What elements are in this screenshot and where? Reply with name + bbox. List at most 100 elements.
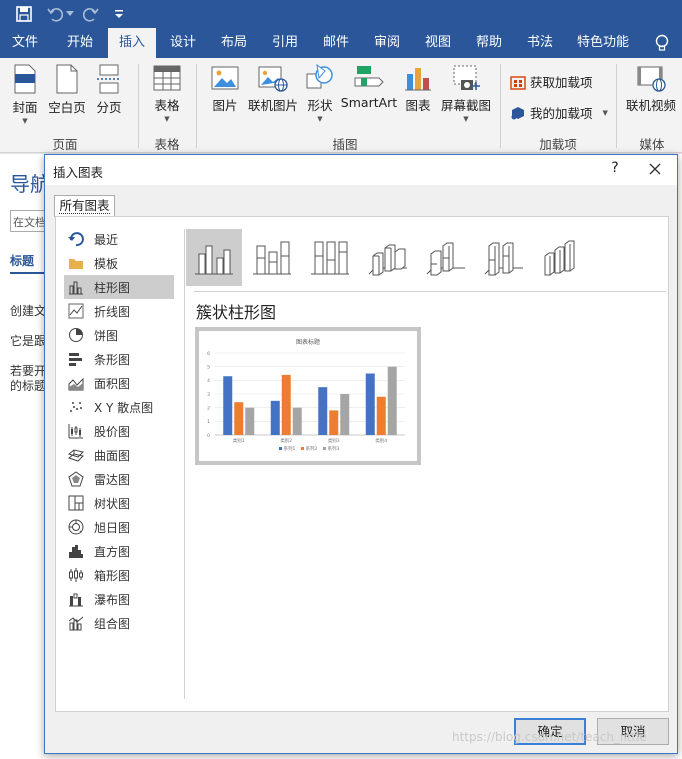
tab-all-charts-label: 所有图表 bbox=[59, 198, 110, 214]
subtype-3d-clustered-column[interactable] bbox=[360, 229, 416, 286]
chart-type-item[interactable]: 雷达图 bbox=[64, 467, 174, 491]
picture-icon bbox=[211, 66, 239, 90]
chart-type-label: 面积图 bbox=[94, 376, 131, 391]
online-video-button[interactable]: 联机视频 bbox=[624, 64, 678, 114]
chevron-down-icon[interactable]: ▼ bbox=[603, 109, 608, 117]
x-tick-label: 类别2 bbox=[280, 437, 292, 444]
tab-layout[interactable]: 布局 bbox=[209, 28, 259, 58]
online-video-label: 联机视频 bbox=[625, 98, 676, 113]
shapes-button[interactable]: 形状 ▼ bbox=[304, 64, 336, 123]
chart-type-item[interactable]: X Y 散点图 bbox=[64, 395, 174, 419]
screenshot-label: 屏幕截图 bbox=[440, 98, 491, 113]
my-addins-button[interactable]: 我的加载项 ▼ bbox=[510, 103, 608, 122]
tab-file[interactable]: 文件 bbox=[0, 28, 50, 58]
tab-help[interactable]: 帮助 bbox=[464, 28, 514, 58]
histogram-chart-icon bbox=[69, 545, 83, 558]
shapes-label: 形状 bbox=[307, 98, 333, 113]
undo-dropdown-icon[interactable] bbox=[64, 3, 76, 25]
get-addins-button[interactable]: 获取加载项 bbox=[510, 72, 593, 91]
chart-type-item[interactable]: 瀑布图 bbox=[64, 587, 174, 611]
blank-page-icon bbox=[56, 64, 78, 94]
chevron-down-icon: ▼ bbox=[22, 117, 28, 125]
screenshot-icon bbox=[453, 65, 480, 90]
subtype-3d-column[interactable] bbox=[534, 229, 590, 286]
save-icon[interactable] bbox=[13, 3, 35, 25]
chevron-down-icon: ▼ bbox=[463, 115, 469, 123]
table-button[interactable]: 表格 ▼ bbox=[148, 64, 186, 123]
chart-type-item[interactable]: 直方图 bbox=[64, 539, 174, 563]
tab-insert[interactable]: 插入 bbox=[108, 28, 156, 58]
chart-type-item[interactable]: 饼图 bbox=[64, 323, 174, 347]
waterfall-chart-icon bbox=[69, 593, 83, 607]
subtype-3d-100-stacked-column[interactable] bbox=[476, 229, 532, 286]
treemap-chart-icon bbox=[68, 495, 84, 511]
chart-type-label: 瀑布图 bbox=[94, 592, 131, 607]
tab-features[interactable]: 特色功能 bbox=[570, 28, 636, 58]
sunburst-chart-icon bbox=[68, 519, 84, 535]
cover-page-button[interactable]: 封面 ▼ bbox=[8, 64, 42, 125]
close-icon bbox=[649, 163, 661, 175]
legend-swatch bbox=[301, 447, 304, 450]
group-label-pages: 页面 bbox=[52, 137, 78, 152]
chart-type-item[interactable]: 柱形图 bbox=[64, 275, 174, 299]
tab-home[interactable]: 开始 bbox=[55, 28, 105, 58]
3d-column-icon bbox=[544, 240, 575, 275]
chart-type-item[interactable]: 曲面图 bbox=[64, 443, 174, 467]
subtype-stacked-column[interactable] bbox=[244, 229, 300, 286]
lightbulb-icon[interactable] bbox=[650, 28, 674, 58]
chart-type-item[interactable]: 折线图 bbox=[64, 299, 174, 323]
online-picture-button[interactable]: 联机图片 bbox=[246, 64, 300, 114]
nav-tab-underline bbox=[10, 272, 46, 274]
chart-type-item[interactable]: 树状图 bbox=[64, 491, 174, 515]
chart-button[interactable]: 图表 bbox=[401, 64, 435, 114]
y-tick-label: 4 bbox=[207, 378, 210, 384]
chart-preview[interactable]: 图表标题 0 1 2 3 4 5 6 类别1 类别2 类别3 类别4 系列1 系列2 系列3 bbox=[195, 327, 421, 465]
redo-icon[interactable] bbox=[80, 3, 102, 25]
chart-preview-svg: 图表标题 0 1 2 3 4 5 6 类别1 类别2 类别3 类别4 系列1 系列2 系列3 bbox=[207, 338, 405, 452]
percent-stacked-column-icon bbox=[311, 241, 349, 274]
nav-tab-headings[interactable]: 标题 bbox=[10, 252, 34, 269]
chart-bar bbox=[376, 396, 386, 435]
undo-icon[interactable] bbox=[44, 3, 66, 25]
bar-chart-icon bbox=[69, 353, 82, 366]
screenshot-button[interactable]: 屏幕截图 ▼ bbox=[439, 64, 493, 123]
group-label-illustrations: 插图 bbox=[332, 137, 358, 152]
tab-design[interactable]: 设计 bbox=[158, 28, 208, 58]
chart-type-item[interactable]: 条形图 bbox=[64, 347, 174, 371]
tab-review[interactable]: 审阅 bbox=[362, 28, 412, 58]
picture-button[interactable]: 图片 bbox=[208, 64, 242, 114]
tab-view[interactable]: 视图 bbox=[413, 28, 463, 58]
help-button[interactable]: ? bbox=[605, 160, 625, 180]
chart-type-item[interactable]: 旭日图 bbox=[64, 515, 174, 539]
smartart-button[interactable]: SmartArt bbox=[340, 64, 398, 110]
subtype-3d-stacked-column[interactable] bbox=[418, 229, 474, 286]
subtype-clustered-column[interactable] bbox=[186, 229, 242, 286]
y-tick-label: 6 bbox=[207, 351, 210, 357]
chart-type-label: 曲面图 bbox=[94, 448, 131, 463]
tab-mailings[interactable]: 邮件 bbox=[311, 28, 361, 58]
chart-type-item[interactable]: 箱形图 bbox=[64, 563, 174, 587]
tab-references[interactable]: 引用 bbox=[260, 28, 310, 58]
subtype-100-stacked-column[interactable] bbox=[302, 229, 358, 286]
y-tick-label: 3 bbox=[207, 392, 210, 398]
nav-text: 它是跟 bbox=[10, 334, 47, 348]
chart-type-item[interactable]: 模板 bbox=[64, 251, 174, 275]
shapes-icon bbox=[306, 64, 333, 89]
chart-panel: 最近 模板 柱形图 折线图 饼图 条形图面积图 X Y 散点图 股价图曲面图雷达图 树状图 旭日图… bbox=[55, 216, 669, 712]
chart-type-item[interactable]: 面积图 bbox=[64, 371, 174, 395]
tab-calligraphy[interactable]: 书法 bbox=[515, 28, 565, 58]
page-break-button[interactable]: 分页 bbox=[92, 64, 126, 116]
chart-type-item[interactable]: 最近 bbox=[64, 227, 174, 251]
pie-chart-icon bbox=[69, 328, 83, 342]
close-button[interactable] bbox=[643, 159, 667, 181]
group-separator bbox=[196, 64, 197, 148]
tab-all-charts[interactable]: 所有图表 bbox=[54, 195, 115, 217]
blank-page-button[interactable]: 空白页 bbox=[47, 64, 87, 116]
chart-bar bbox=[387, 366, 397, 435]
chart-label: 图表 bbox=[405, 98, 431, 113]
chart-type-item[interactable]: 组合图 bbox=[64, 611, 174, 635]
nav-text: 创建文 bbox=[10, 304, 47, 318]
customize-qat-icon[interactable] bbox=[108, 3, 130, 25]
chart-type-item[interactable]: 股价图 bbox=[64, 419, 174, 443]
chart-bar bbox=[318, 387, 328, 435]
